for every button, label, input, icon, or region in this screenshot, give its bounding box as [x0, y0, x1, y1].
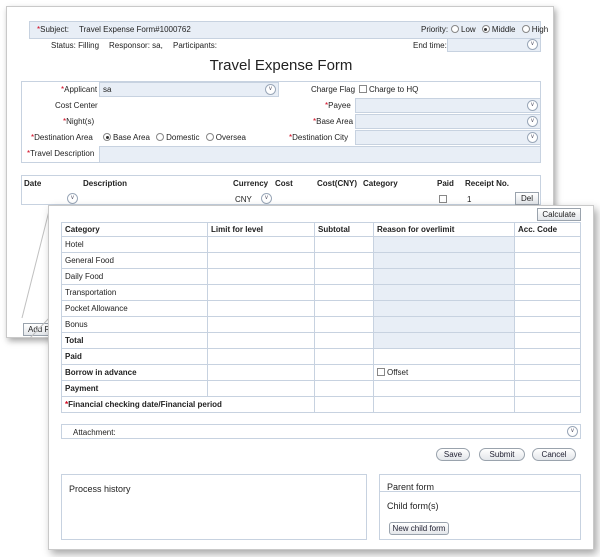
table-row: *Financial checking date/Financial perio… [61, 396, 581, 413]
new-child-form-button[interactable]: New child form [389, 522, 449, 535]
submit-button[interactable]: Submit [479, 448, 525, 461]
process-history-label: Process history [69, 484, 131, 494]
row-label-pocket-allowance: Pocket Allowance [61, 300, 208, 317]
offset-checkbox[interactable]: Offset [373, 364, 515, 381]
row-label-borrow: Borrow in advance [61, 364, 208, 381]
table-row: Borrow in advance Offset [61, 364, 581, 381]
table-row: Payment [61, 380, 581, 397]
summary-header-reason: Reason for overlimit [373, 222, 515, 237]
row-label-total: Total [61, 332, 208, 349]
summary-window-front: Calculate Category Limit for level Subto… [48, 205, 594, 550]
summary-header-acc-code: Acc. Code [514, 222, 581, 237]
table-row: Transportation [61, 284, 581, 301]
calculate-button[interactable]: Calculate [537, 208, 581, 221]
attachment-chevron-icon[interactable]: ∨ [567, 426, 578, 437]
reason-input[interactable] [373, 268, 515, 285]
row-label-bonus: Bonus [61, 316, 208, 333]
reason-input[interactable] [373, 284, 515, 301]
summary-header-category: Category [61, 222, 208, 237]
row-label-paid: Paid [61, 348, 208, 365]
child-forms-label: Child form(s) [387, 501, 439, 511]
reason-input[interactable] [373, 316, 515, 333]
row-label-general-food: General Food [61, 252, 208, 269]
reason-input[interactable] [373, 252, 515, 269]
reason-input[interactable] [373, 236, 515, 253]
save-button[interactable]: Save [436, 448, 470, 461]
table-row: Daily Food [61, 268, 581, 285]
attachment-row [61, 424, 581, 439]
summary-table: Category Limit for level Subtotal Reason… [61, 222, 581, 413]
offset-label: Offset [387, 368, 409, 377]
table-row: Pocket Allowance [61, 300, 581, 317]
row-label-payment: Payment [61, 380, 208, 397]
reason-input[interactable] [373, 332, 515, 349]
row-label-transportation: Transportation [61, 284, 208, 301]
summary-header-subtotal: Subtotal [314, 222, 374, 237]
financial-period-label: *Financial checking date/Financial perio… [61, 396, 315, 413]
table-row: Total [61, 332, 581, 349]
row-label-hotel: Hotel [61, 236, 208, 253]
cancel-button[interactable]: Cancel [532, 448, 576, 461]
table-row: General Food [61, 252, 581, 269]
table-row: Bonus [61, 316, 581, 333]
summary-header-row: Category Limit for level Subtotal Reason… [61, 222, 581, 237]
table-row: Paid [61, 348, 581, 365]
attachment-label: Attachment: [73, 428, 116, 437]
row-label-daily-food: Daily Food [61, 268, 208, 285]
reason-input[interactable] [373, 300, 515, 317]
table-row: Hotel [61, 236, 581, 253]
parent-form-label: Parent form [387, 482, 435, 492]
summary-header-limit: Limit for level [207, 222, 315, 237]
